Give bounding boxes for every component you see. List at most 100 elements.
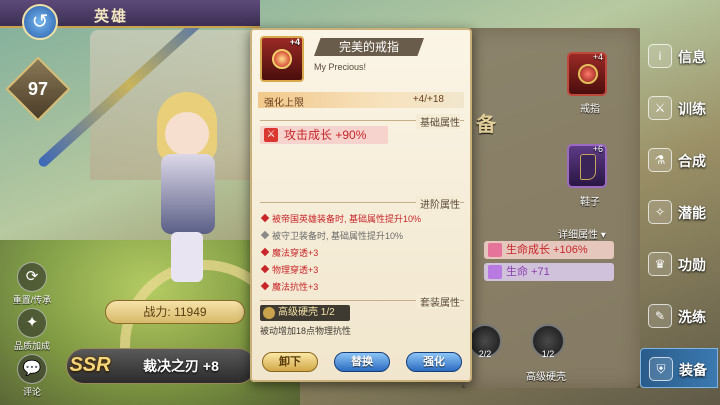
set-name: 高级硬壳 1/2 [278, 307, 335, 318]
equipment-icon: ⛨ [649, 357, 673, 381]
page-title: 英雄 [94, 8, 129, 25]
synthesis-icon: ⚗ [648, 148, 672, 172]
advanced-line-text: 被守卫装备时, 基础属性提升10% [272, 231, 404, 241]
boots-slot-label: 鞋子 [580, 197, 600, 208]
diamond-bullet-icon [260, 213, 270, 223]
back-icon: ↺ [31, 11, 49, 33]
hero-body [161, 154, 215, 234]
reset-inherit-label: 重置/传承 [12, 295, 52, 305]
enhance-button[interactable]: 强化 [406, 352, 462, 372]
boots-plus: +6 [592, 144, 603, 154]
detail-attributes-label: 详细属性 [558, 230, 598, 241]
hero-level: 97 [27, 79, 49, 99]
advanced-line-text: 被帝国英雄装备时, 基础属性提升10% [272, 214, 422, 224]
menu-training[interactable]: ⚔ 训练 [640, 88, 718, 128]
advanced-line: 魔法抗性+3 [260, 280, 318, 293]
set-name-badge: 高级硬壳 1/2 [260, 305, 350, 321]
quality-bonus-label: 品质加成 [13, 341, 50, 351]
enhance-limit-label: 强化上限 [264, 98, 304, 109]
stat-row-life: 生命 +71 [484, 263, 614, 281]
item-name: 完美的戒指 [314, 38, 424, 56]
comment-icon: 💬 [17, 354, 47, 384]
base-attributes-title: 基础属性 [416, 114, 460, 129]
back-button[interactable]: ↺ [22, 4, 58, 40]
item-detail-popup: +4 完美的戒指 My Precious! 强化上限 +4/+18 基础属性 ⚔… [250, 28, 472, 382]
menu-refine[interactable]: ✎ 洗练 [640, 296, 718, 336]
reset-inherit-button[interactable]: ⟳ 重置/传承 [10, 262, 54, 306]
item-icon-frame: +4 [260, 36, 304, 82]
stat-life-growth: 生命成长 +106% [506, 244, 588, 256]
comment-label: 评论 [22, 387, 41, 397]
hero-legs [171, 232, 203, 282]
diamond-bullet-icon [260, 281, 270, 291]
set-description: 被动增加18点物理抗性 [260, 326, 352, 336]
set2-count: 1/2 [541, 349, 555, 359]
advanced-line: 魔法穿透+3 [260, 246, 318, 259]
info-icon: i [648, 44, 672, 68]
base-stat-value: 攻击成长 +90% [284, 128, 367, 142]
advanced-attributes-title: 进阶属性 [416, 196, 460, 211]
menu-synthesis-label: 合成 [678, 153, 706, 169]
menu-potential[interactable]: ✧ 潜能 [640, 192, 718, 232]
unequip-button[interactable]: 卸下 [262, 352, 318, 372]
rarity-badge: SSR [69, 354, 111, 376]
ring-icon [272, 49, 292, 69]
advanced-line-text: 魔法穿透+3 [272, 248, 319, 258]
ring-slot[interactable]: +4 [567, 52, 607, 96]
hero-face [165, 112, 209, 156]
equip-title-partial: 备 [476, 114, 496, 136]
ring-slot-label: 戒指 [580, 104, 600, 115]
chevron-down-icon: ▾ [598, 230, 606, 241]
stat-row-life-growth: 生命成长 +106% [484, 241, 614, 259]
comment-button[interactable]: 💬 评论 [10, 354, 54, 398]
menu-merit-label: 功勋 [678, 257, 706, 273]
enhance-limit-value: +4/+18 [412, 94, 444, 105]
advanced-line: 物理穿透+3 [260, 263, 318, 276]
boots-icon [580, 154, 596, 180]
quality-bonus-button[interactable]: ✦ 品质加成 [10, 308, 54, 352]
item-subtitle: My Precious! [314, 62, 367, 72]
quality-icon: ✦ [17, 308, 47, 338]
set2-label: 高级硬壳 [526, 372, 566, 383]
advanced-line: 被帝国英雄装备时, 基础属性提升10% [260, 212, 421, 225]
menu-equipment[interactable]: ⛨ 装备 [640, 348, 718, 388]
set1-count: 2/2 [478, 349, 492, 359]
ring-icon [578, 64, 598, 84]
reset-icon: ⟳ [17, 262, 47, 292]
shield-icon [263, 307, 275, 319]
menu-info[interactable]: i 信息 [640, 36, 718, 76]
item-plus: +4 [289, 37, 300, 47]
set-attributes-title: 套装属性 [416, 294, 460, 309]
merit-icon: ♛ [648, 252, 672, 276]
set-shield-1[interactable]: 2/2 [468, 324, 502, 359]
advanced-line-text: 物理穿透+3 [272, 265, 319, 275]
advanced-line: 被守卫装备时, 基础属性提升10% [260, 229, 403, 242]
hero-figure[interactable] [135, 92, 245, 282]
diamond-bullet-icon [260, 264, 270, 274]
menu-equipment-label: 装备 [679, 362, 707, 378]
boots-slot[interactable]: +6 [567, 144, 607, 188]
detail-attributes-link[interactable]: 详细属性 ▾ [558, 226, 606, 241]
ring-plus: +4 [592, 52, 603, 62]
diamond-bullet-icon [260, 230, 270, 240]
advanced-line-text: 魔法抗性+3 [272, 282, 319, 292]
attack-icon: ⚔ [264, 128, 278, 142]
diamond-bullet-icon [260, 247, 270, 257]
hero-name: 裁决之刃 +8 [143, 358, 219, 374]
menu-info-label: 信息 [678, 49, 706, 65]
menu-potential-label: 潜能 [678, 205, 706, 221]
heart-icon [488, 265, 502, 279]
menu-synthesis[interactable]: ⚗ 合成 [640, 140, 718, 180]
replace-button[interactable]: 替换 [334, 352, 390, 372]
set-shield-2[interactable]: 1/2 [531, 324, 565, 359]
base-stat-row: ⚔ 攻击成长 +90% [260, 126, 388, 144]
training-icon: ⚔ [648, 96, 672, 120]
heart-icon [488, 243, 502, 257]
refine-icon: ✎ [648, 304, 672, 328]
power-display: 战力: 11949 [105, 300, 245, 324]
menu-merit[interactable]: ♛ 功勋 [640, 244, 718, 284]
potential-icon: ✧ [648, 200, 672, 224]
menu-refine-label: 洗练 [678, 309, 706, 325]
stat-life: 生命 +71 [506, 266, 550, 278]
enhance-limit-bar: 强化上限 +4/+18 [258, 92, 464, 109]
